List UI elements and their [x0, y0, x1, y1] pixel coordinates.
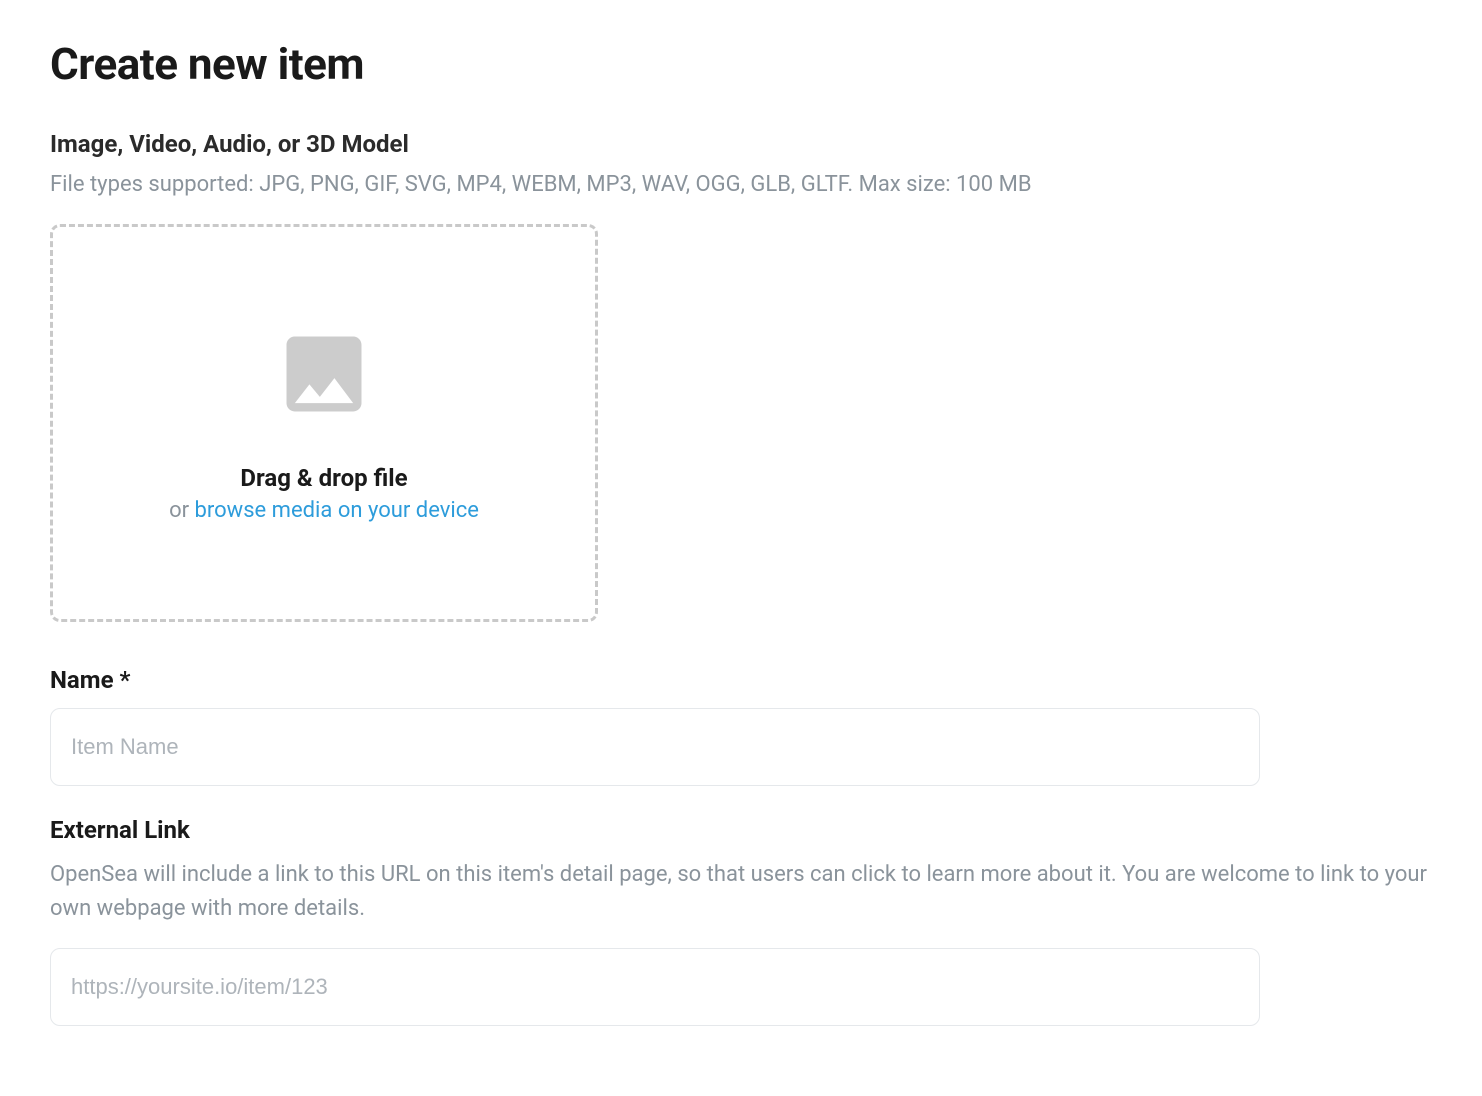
image-placeholder-icon: [274, 324, 374, 424]
name-input[interactable]: [50, 708, 1260, 786]
drop-or-text: or: [169, 498, 194, 523]
drop-primary-text: Drag & drop file: [240, 464, 407, 492]
page-title: Create new item: [50, 38, 1432, 90]
media-section-label: Image, Video, Audio, or 3D Model: [50, 130, 1432, 158]
external-link-field-label: External Link: [50, 816, 1432, 844]
media-dropzone[interactable]: Drag & drop file or browse media on your…: [50, 224, 598, 622]
name-field-label: Name *: [50, 666, 1432, 694]
browse-media-link[interactable]: browse media on your device: [195, 498, 479, 523]
drop-secondary-text: or browse media on your device: [169, 498, 479, 523]
media-section-hint: File types supported: JPG, PNG, GIF, SVG…: [50, 168, 1432, 202]
external-link-hint: OpenSea will include a link to this URL …: [50, 858, 1432, 926]
external-link-input[interactable]: [50, 948, 1260, 1026]
